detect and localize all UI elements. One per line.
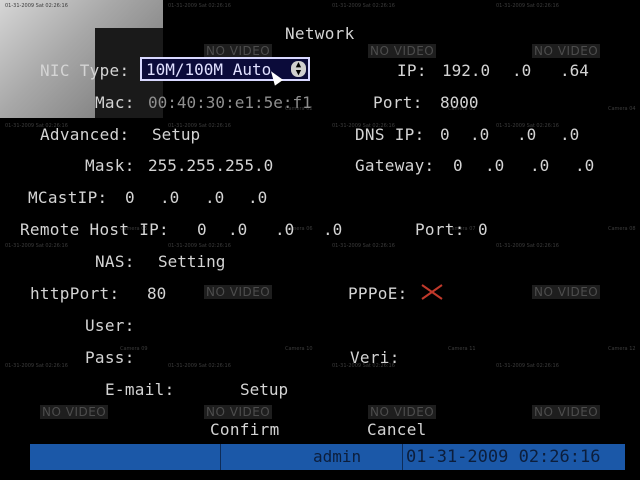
dns-octet-3[interactable]: .0 — [517, 125, 536, 144]
nas-label: NAS: — [95, 252, 135, 271]
camera-timestamp: 01-31-2009 Sat 02:26:16 — [5, 3, 68, 9]
no-video-label: NO VIDEO — [204, 44, 273, 58]
dns-octet-2[interactable]: .0 — [470, 125, 489, 144]
camera-timestamp: 01-31-2009 Sat 02:26:16 — [5, 243, 68, 249]
port-label: Port: — [373, 93, 423, 112]
camera-name: Camera 12 — [608, 346, 636, 352]
remote-host-octet-2[interactable]: .0 — [228, 220, 247, 239]
remote-host-ip-label: Remote Host IP: — [20, 220, 169, 239]
mcast-octet-3[interactable]: .0 — [205, 188, 224, 207]
pppoe-checkbox[interactable] — [420, 283, 446, 301]
gateway-octet-4[interactable]: .0 — [575, 156, 594, 175]
no-video-label: NO VIDEO — [368, 44, 437, 58]
no-video-label: NO VIDEO — [204, 285, 273, 299]
camera-timestamp: 01-31-2009 Sat 02:26:16 — [5, 363, 68, 369]
page-title: Network — [285, 24, 355, 43]
advanced-label: Advanced: — [40, 125, 130, 144]
mac-value: 00:40:30:e1:5e:f1 — [148, 93, 312, 112]
mcast-ip-label: MCastIP: — [28, 188, 108, 207]
no-video-label: NO VIDEO — [532, 405, 601, 419]
gateway-label: Gateway: — [355, 156, 435, 175]
camera-name: Camera 08 — [608, 226, 636, 232]
no-video-label: NO VIDEO — [204, 405, 273, 419]
remote-host-octet-3[interactable]: .0 — [275, 220, 294, 239]
camera-timestamp: 01-31-2009 Sat 02:26:16 — [168, 243, 231, 249]
remote-port-label: Port: — [415, 220, 465, 239]
camera-name: Camera 04 — [608, 106, 636, 112]
camera-timestamp: 01-31-2009 Sat 02:26:16 — [168, 3, 231, 9]
advanced-setup-button[interactable]: Setup — [152, 125, 200, 144]
camera-name: Camera 10 — [285, 346, 313, 352]
camera-timestamp: 01-31-2009 Sat 02:26:16 — [168, 363, 231, 369]
mac-label: Mac: — [95, 93, 135, 112]
remote-port-input[interactable]: 0 — [478, 220, 488, 239]
http-port-label: httpPort: — [30, 284, 120, 303]
nic-type-value: 10M/100M Auto — [146, 60, 272, 79]
mcast-octet-1[interactable]: 0 — [125, 188, 135, 207]
dns-octet-4[interactable]: .0 — [560, 125, 579, 144]
ip-octet-3[interactable]: .64 — [560, 61, 589, 80]
pppoe-label: PPPoE: — [348, 284, 408, 303]
remote-host-octet-1[interactable]: 0 — [197, 220, 207, 239]
http-port-input[interactable]: 80 — [147, 284, 166, 303]
no-video-label: NO VIDEO — [532, 285, 601, 299]
camera-timestamp: 01-31-2009 Sat 02:26:16 — [496, 363, 559, 369]
gateway-octet-1[interactable]: 0 — [453, 156, 463, 175]
remote-host-octet-4[interactable]: .0 — [323, 220, 342, 239]
confirm-button[interactable]: Confirm — [210, 420, 280, 439]
email-setup-button[interactable]: Setup — [240, 380, 288, 399]
veri-label: Veri: — [350, 348, 400, 367]
ip-octet-2[interactable]: .0 — [512, 61, 531, 80]
status-datetime: 01-31-2009 02:26:16 — [406, 447, 601, 467]
no-video-label: NO VIDEO — [368, 405, 437, 419]
mask-label: Mask: — [85, 156, 135, 175]
camera-timestamp: 01-31-2009 Sat 02:26:16 — [332, 3, 395, 9]
camera-timestamp: 01-31-2009 Sat 02:26:16 — [496, 3, 559, 9]
mask-input[interactable]: 255.255.255.0 — [148, 156, 273, 175]
mcast-octet-4[interactable]: .0 — [248, 188, 267, 207]
port-input[interactable]: 8000 — [440, 93, 479, 112]
camera-1-feed — [0, 0, 163, 118]
nic-type-select[interactable]: 10M/100M Auto ▲ ▼ — [140, 57, 310, 81]
dns-octet-1[interactable]: 0 — [440, 125, 450, 144]
mcast-octet-2[interactable]: .0 — [160, 188, 179, 207]
ip-octet-1[interactable]: 192.0 — [442, 61, 490, 80]
no-video-label: NO VIDEO — [40, 405, 109, 419]
cross-icon — [421, 284, 443, 300]
no-video-label: NO VIDEO — [532, 44, 601, 58]
cancel-button[interactable]: Cancel — [367, 420, 427, 439]
ip-label: IP: — [397, 61, 427, 80]
gateway-octet-3[interactable]: .0 — [530, 156, 549, 175]
email-label: E-mail: — [105, 380, 175, 399]
status-bar: admin 01-31-2009 02:26:16 — [30, 444, 625, 470]
camera-timestamp: 01-31-2009 Sat 02:26:16 — [496, 243, 559, 249]
pass-label: Pass: — [85, 348, 135, 367]
user-label: User: — [85, 316, 135, 335]
updown-arrows-icon[interactable]: ▲ ▼ — [291, 61, 306, 78]
dns-ip-label: DNS IP: — [355, 125, 425, 144]
nas-setting-button[interactable]: Setting — [158, 252, 225, 271]
gateway-octet-2[interactable]: .0 — [485, 156, 504, 175]
camera-timestamp: 01-31-2009 Sat 02:26:16 — [332, 243, 395, 249]
nic-type-label: NIC Type: — [40, 61, 130, 80]
current-user: admin — [313, 447, 362, 466]
camera-name: Camera 11 — [448, 346, 476, 352]
